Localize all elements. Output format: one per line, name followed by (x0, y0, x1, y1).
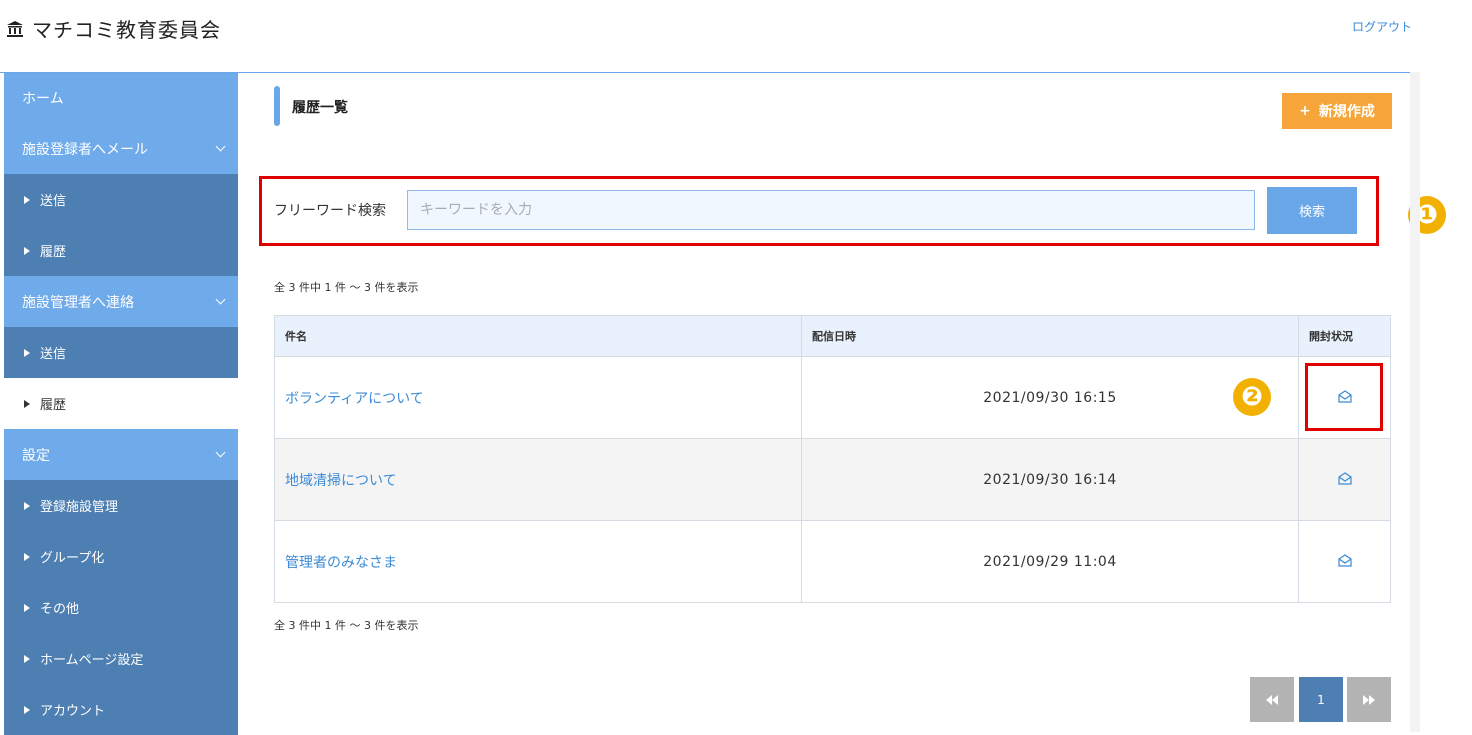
page-title: 履歴一覧 (292, 100, 348, 116)
sidebar: ホーム 施設登録者へメール 送信 履歴 施設管理者へ連絡 送信 履歴 設定 登録… (4, 73, 238, 735)
caret-right-icon (24, 501, 30, 510)
brand-title: マチコミ教育委員会 (32, 18, 221, 42)
sidebar-item-grouping[interactable]: グループ化 (4, 531, 238, 582)
chevron-down-icon (215, 294, 226, 304)
column-header-open-status: 開封状況 (1298, 315, 1391, 357)
sidebar-group-label: 施設登録者へメール (22, 141, 148, 158)
pagination-first-button[interactable] (1250, 677, 1294, 722)
open-status-cell (1298, 520, 1391, 603)
sent-datetime: 2021/09/30 16:15 (801, 356, 1299, 439)
sidebar-group-label: 施設管理者へ連絡 (22, 294, 134, 311)
plus-icon: + (1299, 103, 1311, 119)
sidebar-item-label: その他 (40, 602, 80, 617)
subject-link[interactable]: 地域清掃について (274, 438, 802, 521)
sidebar-item-label: 登録施設管理 (40, 500, 119, 515)
sidebar-item-mail-send[interactable]: 送信 (4, 174, 238, 225)
sidebar-item-label: ホームページ設定 (40, 653, 144, 668)
sidebar-item-contact-history[interactable]: 履歴 (4, 378, 238, 429)
subject-link[interactable]: 管理者のみなさま (274, 520, 802, 603)
search-input[interactable] (407, 190, 1255, 230)
open-status-cell (1298, 438, 1391, 521)
sidebar-item-homepage-settings[interactable]: ホームページ設定 (4, 633, 238, 684)
sidebar-item-label: 送信 (40, 194, 67, 209)
sidebar-group-settings[interactable]: 設定 (4, 429, 238, 480)
brand[interactable]: マチコミ教育委員会 (6, 14, 221, 43)
scroll-track[interactable] (1410, 72, 1420, 732)
double-chevron-right-icon (1363, 694, 1375, 705)
column-header-subject: 件名 (274, 315, 802, 357)
table-row: ボランティアについて 2021/09/30 16:15 (274, 356, 1391, 439)
sidebar-item-label: ホーム (22, 91, 64, 107)
sent-datetime: 2021/09/29 11:04 (801, 520, 1299, 603)
sent-datetime: 2021/09/30 16:14 (801, 438, 1299, 521)
chevron-down-icon (215, 447, 226, 457)
envelope-open-icon[interactable] (1337, 388, 1353, 404)
caret-right-icon (24, 246, 30, 255)
sidebar-item-home[interactable]: ホーム (4, 73, 238, 123)
sidebar-item-label: 履歴 (40, 245, 67, 260)
bank-icon (7, 20, 23, 37)
sidebar-item-facility-management[interactable]: 登録施設管理 (4, 480, 238, 531)
pagination-last-button[interactable] (1347, 677, 1391, 722)
result-count-bottom: 全 3 件中 1 件 ～ 3 件を表示 (274, 619, 419, 632)
sidebar-item-label: 履歴 (40, 398, 67, 413)
sidebar-group-facility-mail[interactable]: 施設登録者へメール (4, 123, 238, 174)
annotation-badge-2: ❷ (1233, 378, 1271, 416)
title-accent-bar (274, 86, 280, 126)
sidebar-item-contact-send[interactable]: 送信 (4, 327, 238, 378)
caret-right-icon (24, 348, 30, 357)
pagination-page-1[interactable]: 1 (1299, 677, 1343, 722)
caret-right-icon (24, 399, 30, 408)
search-label: フリーワード検索 (274, 203, 386, 219)
envelope-open-icon[interactable] (1337, 470, 1353, 486)
subject-link[interactable]: ボランティアについて (274, 356, 802, 439)
caret-right-icon (24, 195, 30, 204)
new-button[interactable]: + 新規作成 (1282, 93, 1392, 129)
search-button[interactable]: 検索 (1267, 187, 1357, 234)
open-status-cell (1298, 356, 1391, 439)
header: マチコミ教育委員会 ログアウト (0, 0, 1420, 73)
envelope-open-icon[interactable] (1337, 552, 1353, 568)
table-row: 地域清掃について 2021/09/30 16:14 (274, 438, 1391, 521)
logout-link[interactable]: ログアウト (1352, 18, 1412, 35)
sidebar-group-manager-contact[interactable]: 施設管理者へ連絡 (4, 276, 238, 327)
caret-right-icon (24, 654, 30, 663)
caret-right-icon (24, 603, 30, 612)
sidebar-item-label: アカウント (40, 704, 106, 719)
double-chevron-left-icon (1266, 694, 1278, 705)
table-header-row: 件名 配信日時 開封状況 (274, 315, 1391, 357)
sidebar-item-other[interactable]: その他 (4, 582, 238, 633)
chevron-down-icon (215, 141, 226, 151)
history-table: 件名 配信日時 開封状況 ボランティアについて 2021/09/30 16:15… (274, 315, 1391, 603)
result-count-top: 全 3 件中 1 件 ～ 3 件を表示 (274, 281, 419, 294)
new-button-label: 新規作成 (1318, 104, 1375, 120)
sidebar-item-label: 送信 (40, 347, 67, 362)
caret-right-icon (24, 552, 30, 561)
column-header-date: 配信日時 (801, 315, 1299, 357)
sidebar-item-mail-history[interactable]: 履歴 (4, 225, 238, 276)
sidebar-item-account[interactable]: アカウント (4, 684, 238, 735)
table-row: 管理者のみなさま 2021/09/29 11:04 (274, 520, 1391, 603)
caret-right-icon (24, 705, 30, 714)
sidebar-item-label: グループ化 (40, 551, 105, 566)
sidebar-group-label: 設定 (22, 447, 50, 464)
